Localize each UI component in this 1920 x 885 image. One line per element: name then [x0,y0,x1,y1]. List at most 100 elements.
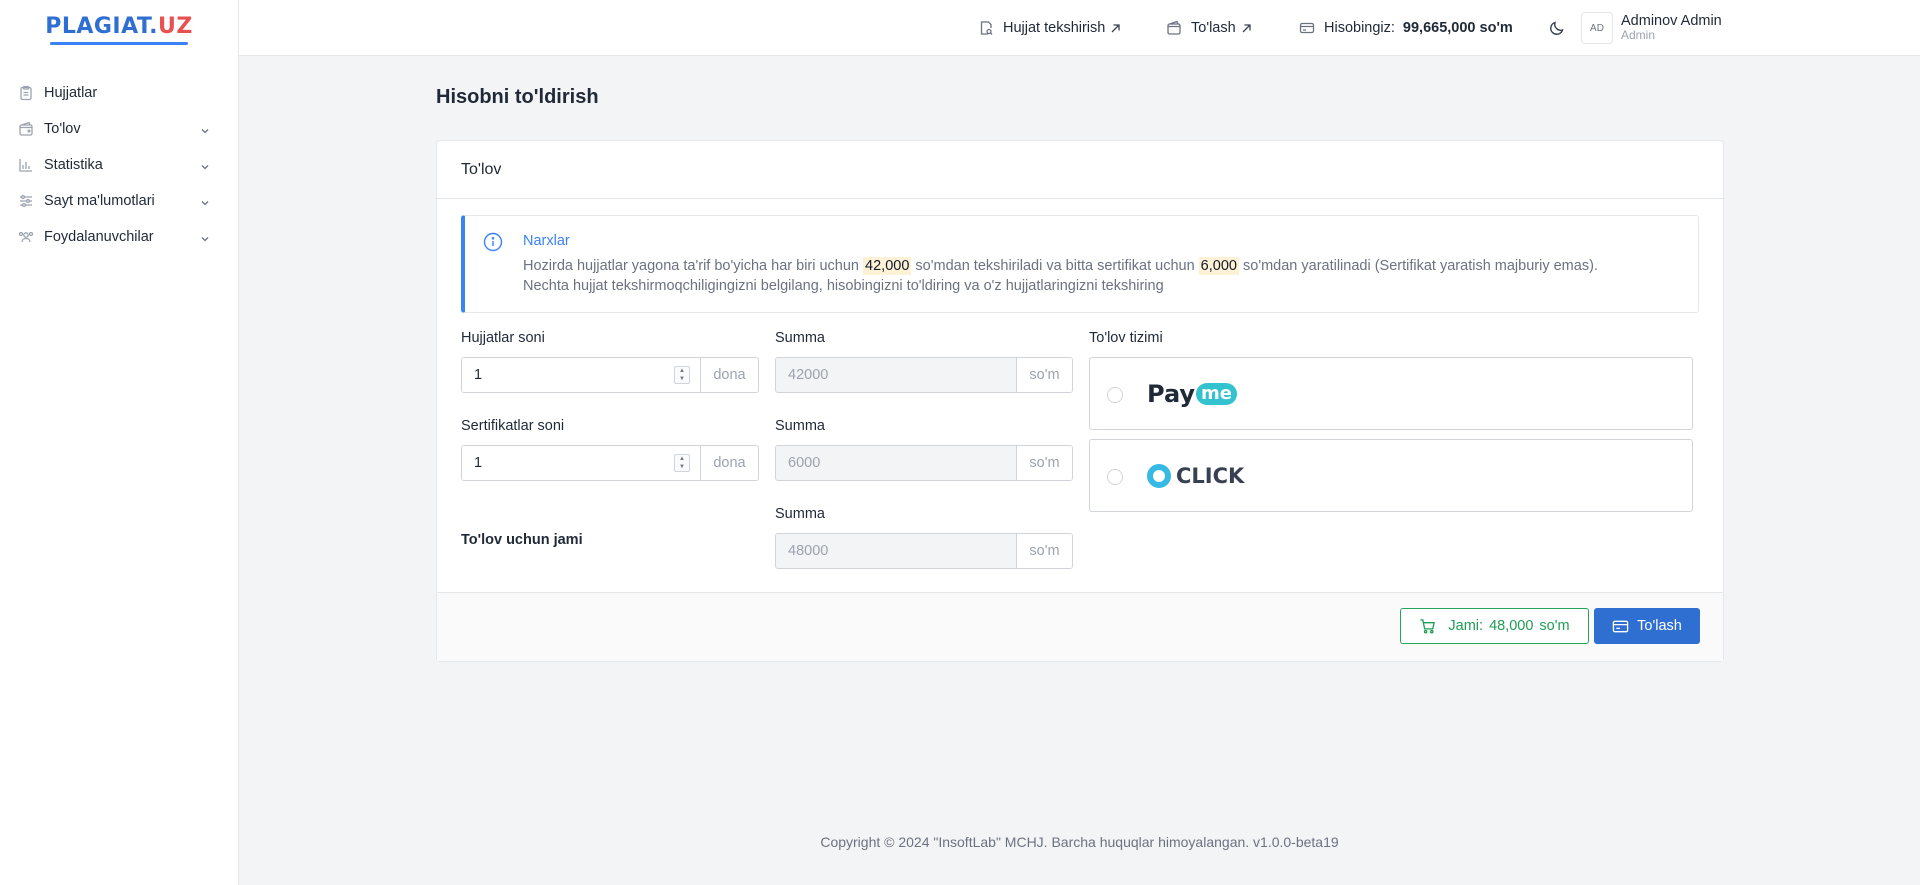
click-ring-icon [1147,464,1171,488]
payme-logo-badge: me [1196,383,1238,405]
docs-count-label: Hujjatlar soni [461,330,545,346]
clipboard-icon [18,85,34,101]
balance-value: 99,665,000 so'm [1402,20,1513,36]
click-option[interactable]: CLICK [1089,439,1693,512]
user-name: Adminov Admin [1621,12,1722,29]
sidebar-item-hujjatlar[interactable]: Hujjatlar [0,75,238,111]
alert-title: Narxlar [523,233,570,249]
sidebar-item-label: Statistika [44,157,103,173]
wallet-icon [18,121,34,137]
pay-button-label: To'lash [1637,618,1682,634]
cert-price-highlight: 6,000 [1198,257,1239,275]
payme-logo: Pay me [1147,380,1238,408]
user-role: Admin [1621,28,1656,43]
info-icon [483,232,503,252]
credit-card-icon [1299,20,1315,36]
payme-radio[interactable] [1107,387,1123,403]
document-search-icon [978,20,994,36]
sidebar-item-label: Hujjatlar [44,85,98,101]
sum-total-input-group: 48000 so'm [775,533,1073,569]
check-document-link[interactable]: Hujjat tekshirish [978,0,1121,56]
check-document-label: Hujjat tekshirish [1003,20,1106,36]
docs-count-stepper[interactable]: ▲ ▼ [674,366,690,384]
chevron-down-icon [200,160,210,170]
chevron-down-icon [200,196,210,206]
sum-docs-field: 42000 [776,358,1016,392]
total-badge-label: Jami: [1448,618,1484,634]
user-menu[interactable]: AD Adminov Admin Admin [1581,0,1722,56]
total-label: To'lov uchun jami [461,532,583,548]
payment-system-label: To'lov tizimi [1089,330,1163,346]
sidebar-item-sayt-malumotlari[interactable]: Sayt ma'lumotlari [0,183,238,219]
sum-certs-field: 6000 [776,446,1016,480]
pay-button[interactable]: To'lash [1594,608,1700,644]
sum-certs-suffix: so'm [1016,446,1072,480]
sidebar-item-foydalanuvchilar[interactable]: Foydalanuvchilar [0,219,238,255]
docs-count-input-group: 1 ▲ ▼ dona [461,357,759,393]
logo-text-main: PLAGIAT. [45,14,158,39]
payme-logo-text: Pay [1147,380,1196,408]
card-footer: Jami: 48,000 so'm To'lash [437,592,1723,661]
certs-count-input-group: 1 ▲ ▼ dona [461,445,759,481]
sum-docs-input-group: 42000 so'm [775,357,1073,393]
logo-underline [50,42,188,45]
alert-text: Hozirda hujjatlar yagona ta'rif bo'yicha… [523,258,859,274]
sidebar-item-tolov[interactable]: To'lov [0,111,238,147]
total-badge-value: 48,000 [1489,618,1534,634]
copyright-footer: Copyright © 2024 "InsoftLab" MCHJ. Barch… [820,834,1339,850]
card-title: To'lov [437,141,1723,199]
docs-count-value: 1 [474,367,483,383]
sidebar: PLAGIAT.UZ Hujjatlar To'lov Statistika S… [0,0,239,885]
docs-count-suffix: dona [700,358,758,392]
sidebar-item-statistika[interactable]: Statistika [0,147,238,183]
click-logo: CLICK [1147,464,1244,488]
theme-toggle[interactable] [1548,0,1566,56]
certs-count-value: 1 [474,455,483,471]
click-logo-text: CLICK [1176,464,1245,488]
pay-link[interactable]: To'lash [1166,0,1252,56]
total-badge-unit: so'm [1539,618,1570,634]
prices-alert: Narxlar Hozirda hujjatlar yagona ta'rif … [461,215,1699,313]
doc-price-highlight: 42,000 [863,257,912,275]
certs-count-suffix: dona [700,446,758,480]
sum-certs-label: Summa [775,418,825,434]
sum-total-label: Summa [775,506,825,522]
moon-icon [1548,19,1566,37]
balance-display: Hisobingiz: 99,665,000 so'm [1299,0,1513,56]
sum-docs-suffix: so'm [1016,358,1072,392]
pay-link-label: To'lash [1191,20,1236,36]
logo-text-accent: UZ [157,14,193,39]
sidebar-nav: Hujjatlar To'lov Statistika Sayt ma'lumo… [0,75,238,255]
chevron-down-icon [200,232,210,242]
users-icon [18,229,34,245]
external-arrow-icon [1110,23,1121,34]
wallet-icon [1166,20,1182,36]
card-payment-icon [1612,618,1629,635]
alert-text: so'mdan tekshiriladi va bitta sertifikat… [915,258,1195,274]
certs-count-stepper[interactable]: ▲ ▼ [674,454,690,472]
logo[interactable]: PLAGIAT.UZ [0,0,238,55]
payme-option[interactable]: Pay me [1089,357,1693,430]
balance-label: Hisobingiz: [1324,20,1395,36]
click-radio[interactable] [1107,469,1123,485]
sliders-icon [18,193,34,209]
topbar: Hujjat tekshirish To'lash Hisobingiz: 99… [239,0,1920,56]
avatar: AD [1581,12,1613,44]
chart-icon [18,157,34,173]
chevron-down-icon [200,124,210,134]
certs-count-input[interactable]: 1 ▲ ▼ [462,446,700,480]
sidebar-item-label: Sayt ma'lumotlari [44,193,155,209]
sum-total-field: 48000 [776,534,1016,568]
alert-body: Hozirda hujjatlar yagona ta'rif bo'yicha… [523,256,1658,296]
sum-certs-input-group: 6000 so'm [775,445,1073,481]
sum-total-suffix: so'm [1016,534,1072,568]
external-arrow-icon [1241,23,1252,34]
alert-text: Nechta hujjat tekshirmoqchiligingizni be… [523,278,1164,294]
sum-docs-label: Summa [775,330,825,346]
sidebar-item-label: Foydalanuvchilar [44,229,154,245]
docs-count-input[interactable]: 1 ▲ ▼ [462,358,700,392]
page-title: Hisobni to'ldirish [436,86,599,108]
certs-count-label: Sertifikatlar soni [461,418,565,434]
alert-text: so'mdan yaratilinadi (Sertifikat yaratis… [1243,258,1598,274]
payment-card: To'lov Narxlar Hozirda hujjatlar yagona … [436,140,1724,662]
